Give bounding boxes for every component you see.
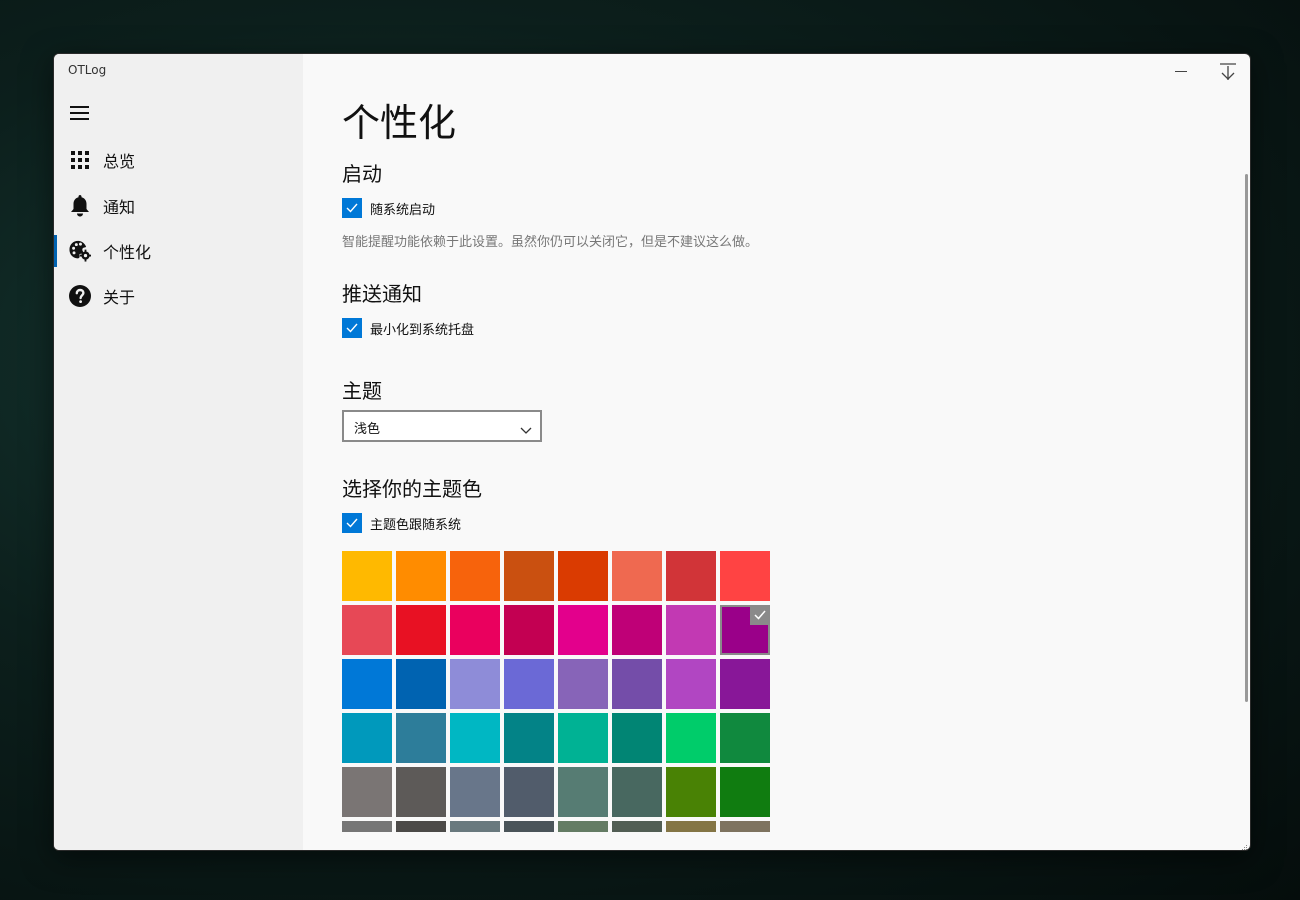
accent-swatch[interactable] <box>450 605 500 655</box>
accent-swatch[interactable] <box>666 659 716 709</box>
sidebar-item-about[interactable]: 关于 <box>54 276 303 316</box>
accent-follow-system-checkbox[interactable]: 主题色跟随系统 <box>342 513 461 533</box>
checkmark-icon <box>342 198 362 218</box>
accent-swatch[interactable] <box>720 605 770 655</box>
hamburger-menu-icon[interactable] <box>70 106 90 122</box>
accent-swatch[interactable] <box>558 713 608 763</box>
accent-swatch[interactable] <box>612 605 662 655</box>
accent-swatch[interactable] <box>504 767 554 817</box>
minimize-button[interactable] <box>1161 62 1201 82</box>
accent-swatch[interactable] <box>720 767 770 817</box>
accent-swatch[interactable] <box>558 659 608 709</box>
apps-grid-icon <box>69 149 91 171</box>
push-heading: 推送通知 <box>342 282 422 306</box>
accent-swatch[interactable] <box>504 821 554 832</box>
accent-swatch[interactable] <box>666 821 716 832</box>
theme-selected-value: 浅色 <box>354 422 381 437</box>
accent-swatch[interactable] <box>558 551 608 601</box>
accent-swatch[interactable] <box>558 605 608 655</box>
checkbox-label: 随系统启动 <box>370 202 436 218</box>
accent-swatch[interactable] <box>342 821 392 832</box>
accent-heading: 选择你的主题色 <box>342 477 482 501</box>
accent-swatch[interactable] <box>450 713 500 763</box>
accent-swatch[interactable] <box>450 767 500 817</box>
accent-swatch[interactable] <box>558 821 608 832</box>
sidebar: OTLog 总览 通知 个性化 关于 <box>54 54 303 850</box>
sidebar-item-overview[interactable]: 总览 <box>54 140 303 180</box>
accent-swatch[interactable] <box>342 551 392 601</box>
accent-swatch[interactable] <box>504 713 554 763</box>
accent-swatch[interactable] <box>504 605 554 655</box>
accent-swatch[interactable] <box>396 767 446 817</box>
accent-swatch[interactable] <box>666 551 716 601</box>
pin-bottom-button[interactable] <box>1208 62 1248 82</box>
main-content: 个性化 启动 随系统启动 智能提醒功能依赖于此设置。虽然你仍可以关闭它，但是不建… <box>303 54 1250 850</box>
scrollbar[interactable] <box>1245 174 1248 702</box>
accent-swatch[interactable] <box>450 551 500 601</box>
accent-swatch[interactable] <box>720 551 770 601</box>
chevron-down-icon <box>520 420 532 439</box>
minimize-to-tray-checkbox[interactable]: 最小化到系统托盘 <box>342 318 474 338</box>
accent-swatch[interactable] <box>396 713 446 763</box>
accent-swatch[interactable] <box>612 767 662 817</box>
accent-swatch[interactable] <box>396 821 446 832</box>
accent-swatch[interactable] <box>612 551 662 601</box>
sidebar-item-personalization[interactable]: 个性化 <box>54 231 303 271</box>
checkmark-icon <box>342 513 362 533</box>
palette-icon <box>69 240 91 262</box>
accent-swatch[interactable] <box>612 821 662 832</box>
accent-swatch[interactable] <box>720 659 770 709</box>
help-icon <box>69 285 91 307</box>
accent-swatch[interactable] <box>666 713 716 763</box>
checkmark-icon <box>342 318 362 338</box>
sidebar-item-label: 通知 <box>103 198 136 217</box>
accent-swatch[interactable] <box>558 767 608 817</box>
checkbox-label: 最小化到系统托盘 <box>370 322 475 338</box>
accent-swatch[interactable] <box>342 713 392 763</box>
accent-swatch[interactable] <box>504 551 554 601</box>
accent-swatch[interactable] <box>720 713 770 763</box>
sidebar-item-label: 关于 <box>103 288 136 307</box>
accent-swatch[interactable] <box>342 605 392 655</box>
checkbox-label: 主题色跟随系统 <box>370 517 462 533</box>
accent-swatch[interactable] <box>342 767 392 817</box>
page-title: 个性化 <box>342 101 457 145</box>
accent-swatch[interactable] <box>666 605 716 655</box>
launch-on-startup-checkbox[interactable]: 随系统启动 <box>342 198 435 218</box>
accent-swatch[interactable] <box>504 659 554 709</box>
bell-icon <box>69 195 91 217</box>
accent-swatch[interactable] <box>342 659 392 709</box>
theme-heading: 主题 <box>342 379 382 403</box>
accent-color-grid <box>342 551 774 832</box>
accent-swatch[interactable] <box>666 767 716 817</box>
sidebar-item-label: 总览 <box>103 152 136 171</box>
resize-grip-icon[interactable] <box>1238 838 1248 850</box>
startup-heading: 启动 <box>342 162 382 186</box>
accent-swatch[interactable] <box>396 605 446 655</box>
accent-swatch[interactable] <box>720 821 770 832</box>
accent-swatch[interactable] <box>450 659 500 709</box>
accent-swatch[interactable] <box>450 821 500 832</box>
accent-swatch[interactable] <box>396 659 446 709</box>
accent-swatch[interactable] <box>612 713 662 763</box>
startup-note: 智能提醒功能依赖于此设置。虽然你仍可以关闭它，但是不建议这么做。 <box>342 235 759 250</box>
app-title: OTLog <box>68 63 107 77</box>
accent-swatch[interactable] <box>396 551 446 601</box>
accent-swatch[interactable] <box>612 659 662 709</box>
sidebar-item-notifications[interactable]: 通知 <box>54 186 303 226</box>
checkmark-icon <box>750 605 770 625</box>
theme-dropdown[interactable]: 浅色 <box>342 410 542 442</box>
sidebar-item-label: 个性化 <box>103 243 152 262</box>
app-window: OTLog 总览 通知 个性化 关于 个性化 启动 随系统启动 智能提醒功能依赖… <box>53 53 1251 851</box>
